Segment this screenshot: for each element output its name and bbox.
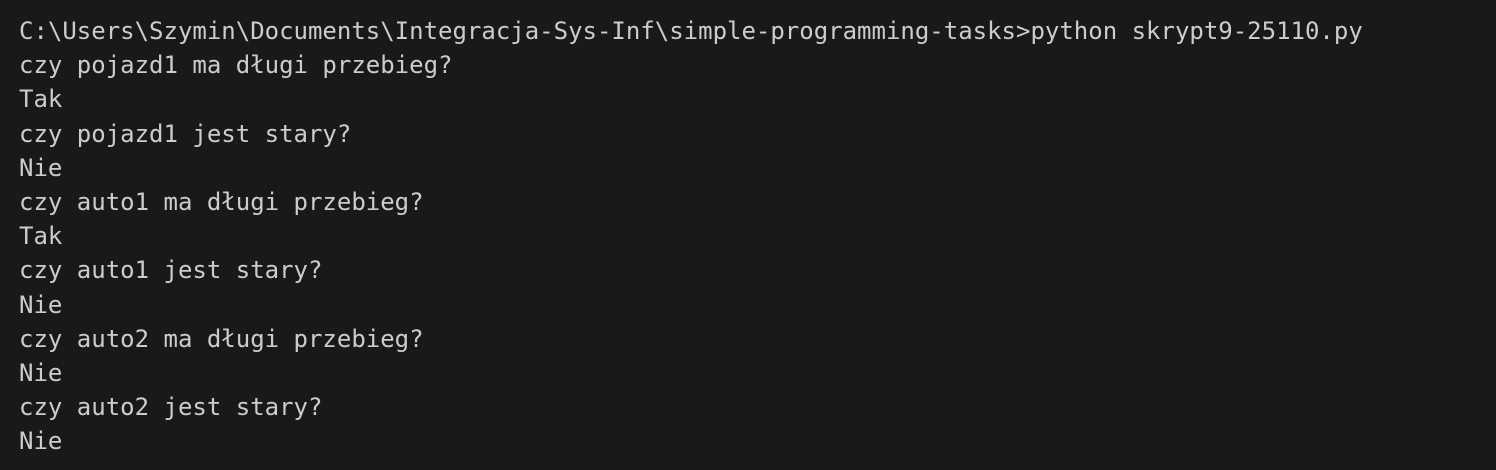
output-line: Tak bbox=[19, 85, 63, 114]
output-line: Tak bbox=[19, 222, 63, 251]
output-line: czy auto2 jest stary? bbox=[19, 393, 323, 422]
output-line: Nie bbox=[19, 290, 63, 319]
output-line: Nie bbox=[19, 358, 63, 387]
command-prompt-line: C:\Users\Szymin\Documents\Integracja-Sys… bbox=[19, 17, 1363, 45]
output-line: Nie bbox=[19, 427, 63, 456]
output-line: czy auto1 jest stary? bbox=[19, 256, 323, 285]
terminal-window[interactable]: C:\Users\Szymin\Documents\Integracja-Sys… bbox=[0, 0, 1496, 470]
output-line: czy pojazd1 ma długi przebieg? bbox=[19, 51, 453, 80]
output-line: czy pojazd1 jest stary? bbox=[19, 119, 352, 148]
output-line: Nie bbox=[19, 153, 63, 182]
output-line: czy auto2 ma długi przebieg? bbox=[19, 324, 424, 353]
output-line: czy auto1 ma długi przebieg? bbox=[19, 187, 424, 216]
